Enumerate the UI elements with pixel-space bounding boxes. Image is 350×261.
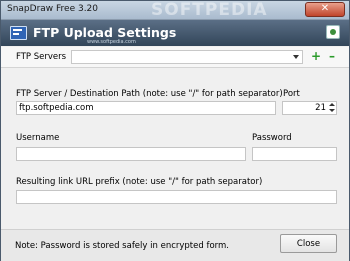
ftp-path-input[interactable] [16,101,276,115]
window-close-button[interactable]: ✕ [305,2,345,17]
page-title: FTP Upload Settings [33,25,177,40]
banner-subtext: www.softpedia.com [87,39,136,45]
ftp-servers-label: FTP Servers [16,52,67,62]
close-button[interactable]: Close [280,234,337,253]
chevron-down-icon [293,55,299,59]
username-input[interactable] [16,147,246,161]
help-icon[interactable] [326,25,340,39]
ftp-servers-dropdown[interactable] [71,50,303,64]
password-label: Password [252,133,292,143]
remove-server-icon[interactable]: – [329,50,335,62]
url-prefix-input[interactable] [16,190,337,204]
port-stepper[interactable]: 21 [282,101,337,115]
window-title: SnapDraw Free 3.20 [7,4,99,14]
password-input[interactable] [252,147,337,161]
watermark: SOFTPEDIA [151,0,268,20]
add-server-icon[interactable]: + [311,50,321,62]
servers-toolbar: FTP Servers + – [1,47,349,68]
port-value: 21 [315,103,326,113]
title-bar[interactable]: SnapDraw Free 3.20 SOFTPEDIA ✕ [1,0,349,20]
port-label: Port [283,89,300,99]
header-banner: FTP Upload Settings www.softpedia.com [1,20,349,46]
username-label: Username [16,133,60,143]
password-note: Note: Password is stored safely in encry… [15,241,229,251]
ftp-settings-icon [10,26,27,40]
spin-arrows-icon[interactable] [329,103,335,113]
ftp-settings-window: SnapDraw Free 3.20 SOFTPEDIA ✕ FTP Uploa… [0,0,350,261]
close-icon: ✕ [320,3,330,14]
url-prefix-label: Resulting link URL prefix (note: use "/"… [16,177,263,187]
path-label: FTP Server / Destination Path (note: use… [16,89,283,99]
dialog-footer: Note: Password is stored safely in encry… [1,229,349,261]
